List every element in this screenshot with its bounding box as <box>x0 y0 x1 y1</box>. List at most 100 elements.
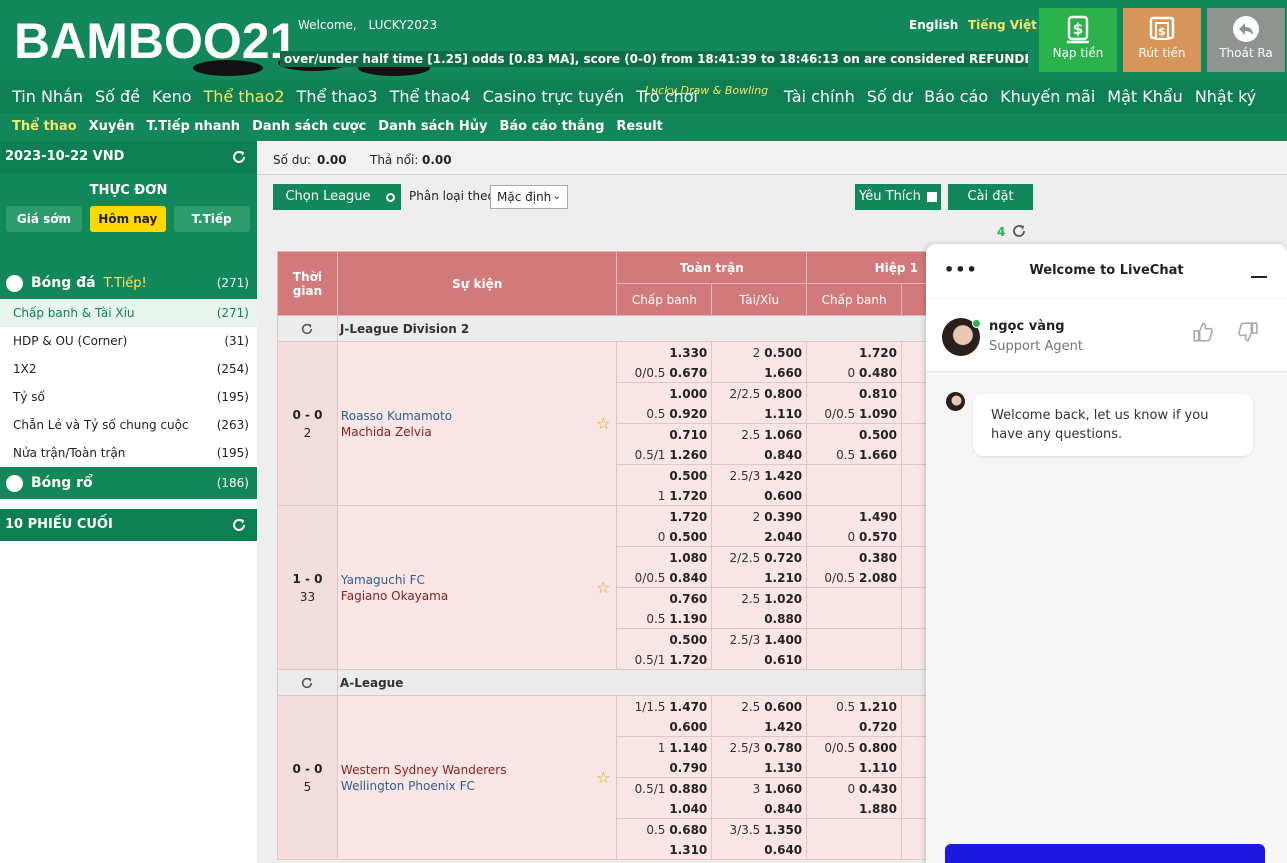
odds-value[interactable]: 1.660 <box>764 366 802 380</box>
odds-value[interactable]: 0.880 <box>764 612 802 626</box>
odds-value[interactable]: 1.110 <box>859 761 897 775</box>
odds-value[interactable]: 1.110 <box>764 407 802 421</box>
refresh-icon[interactable] <box>300 322 314 336</box>
odds-value[interactable]: 0.790 <box>669 761 707 775</box>
odds-value[interactable]: 1.400 <box>764 633 802 647</box>
nav-item-9[interactable]: Số dư <box>861 80 918 113</box>
subnav-item-3[interactable]: Danh sách cược <box>246 113 372 141</box>
odds-value[interactable]: 0.800 <box>764 387 802 401</box>
odds-value[interactable]: 1.310 <box>669 843 707 857</box>
odds-value[interactable]: 0.670 <box>669 366 707 380</box>
odds-value[interactable]: 1.660 <box>859 448 897 462</box>
odds-value[interactable]: 1.260 <box>669 448 707 462</box>
thumbs-up-icon[interactable] <box>1192 321 1214 343</box>
odds-value[interactable]: 0.610 <box>764 653 802 667</box>
odds-value[interactable]: 1.140 <box>669 741 707 755</box>
lang-vietnamese[interactable]: Tiếng Việt <box>968 18 1037 32</box>
league-row[interactable]: J-League Division 2 <box>277 315 928 342</box>
nav-item-4[interactable]: Thể thao3 <box>291 80 384 113</box>
sport-basketball[interactable]: Bóng rổ (186) <box>0 467 257 499</box>
nav-item-13[interactable]: Nhật ký <box>1189 80 1262 113</box>
odds-value[interactable]: 1.020 <box>764 592 802 606</box>
odds-value[interactable]: 0.500 <box>669 530 707 544</box>
odds-value[interactable]: 0.500 <box>764 346 802 360</box>
football-live[interactable]: T.Tiếp! <box>104 276 147 291</box>
odds-value[interactable]: 1.720 <box>669 489 707 503</box>
refresh-icon[interactable] <box>1011 223 1027 239</box>
nav-item-8[interactable]: Tài chính <box>778 80 861 113</box>
subnav-item-5[interactable]: Báo cáo thắng <box>494 113 611 141</box>
checkbox-icon[interactable] <box>926 191 937 202</box>
deposit-button[interactable]: $ Nạp tiền <box>1039 8 1117 72</box>
nav-item-2[interactable]: Keno <box>146 80 197 113</box>
odds-value[interactable]: 1.350 <box>764 823 802 837</box>
football-sub-item[interactable]: Chẵn Lẻ và Tỷ số chung cuộc (263) <box>0 411 257 439</box>
live-button[interactable]: T.Tiếp <box>173 206 250 232</box>
nav-item-1[interactable]: Số đề <box>89 80 146 113</box>
odds-value[interactable]: 2.080 <box>859 571 897 585</box>
odds-value[interactable]: 1.080 <box>669 551 707 565</box>
nav-item-3[interactable]: Thể thao2 <box>198 80 291 113</box>
odds-value[interactable]: 1.210 <box>764 571 802 585</box>
odds-value[interactable]: 0.600 <box>764 700 802 714</box>
odds-value[interactable]: 1.490 <box>859 510 897 524</box>
odds-value[interactable]: 0.600 <box>669 720 707 734</box>
odds-value[interactable]: 1.720 <box>669 510 707 524</box>
nav-item-11[interactable]: Khuyến mãi <box>994 80 1101 113</box>
odds-value[interactable]: 0.430 <box>859 782 897 796</box>
subnav-item-2[interactable]: T.Tiếp nhanh <box>140 113 246 141</box>
odds-value[interactable]: 0.880 <box>669 782 707 796</box>
odds-value[interactable]: 1.000 <box>669 387 707 401</box>
odds-value[interactable]: 0.710 <box>669 428 707 442</box>
sort-select[interactable]: Mặc định ⌄ <box>490 185 568 209</box>
odds-value[interactable]: 0.810 <box>859 387 897 401</box>
football-sub-item[interactable]: Tỷ số (195) <box>0 383 257 411</box>
settings-button[interactable]: Cài đặt <box>948 184 1033 210</box>
odds-value[interactable]: 0.570 <box>859 530 897 544</box>
withdraw-button[interactable]: $ Rút tiền <box>1123 8 1201 72</box>
football-sub-item[interactable]: 1X2 (254) <box>0 355 257 383</box>
odds-value[interactable]: 0.840 <box>764 448 802 462</box>
star-icon[interactable]: ☆ <box>596 414 610 433</box>
odds-value[interactable]: 1.130 <box>764 761 802 775</box>
thumbs-down-icon[interactable] <box>1237 321 1259 343</box>
odds-value[interactable]: 1.420 <box>764 469 802 483</box>
nav-item-0[interactable]: Tin Nhắn <box>0 80 89 113</box>
league-refresh[interactable] <box>277 669 338 696</box>
odds-value[interactable]: 0.500 <box>859 428 897 442</box>
nav-item-6[interactable]: Casino trực tuyến <box>477 80 631 113</box>
league-row[interactable]: A-League <box>277 669 928 696</box>
odds-value[interactable]: 1.040 <box>669 802 707 816</box>
odds-value[interactable]: 1.880 <box>859 802 897 816</box>
odds-value[interactable]: 1.060 <box>764 428 802 442</box>
odds-value[interactable]: 0.390 <box>764 510 802 524</box>
odds-value[interactable]: 1.470 <box>669 700 707 714</box>
last10-header[interactable]: 10 PHIẾU CUỐI <box>0 509 257 541</box>
subnav-item-1[interactable]: Xuyên <box>83 113 141 141</box>
star-icon[interactable]: ☆ <box>596 578 610 597</box>
odds-value[interactable]: 2.040 <box>764 530 802 544</box>
refresh-icon[interactable] <box>231 517 247 533</box>
odds-value[interactable]: 1.720 <box>859 346 897 360</box>
odds-value[interactable]: 0.800 <box>859 741 897 755</box>
odds-value[interactable]: 0.480 <box>859 366 897 380</box>
nav-item-7[interactable]: Trò chơi <box>630 80 778 113</box>
odds-value[interactable]: 0.760 <box>669 592 707 606</box>
football-sub-item[interactable]: Nửa trận/Toàn trận (195) <box>0 439 257 467</box>
nav-item-12[interactable]: Mật Khẩu <box>1101 80 1189 113</box>
nav-item-10[interactable]: Báo cáo <box>918 80 994 113</box>
odds-value[interactable]: 0.920 <box>669 407 707 421</box>
subnav-item-4[interactable]: Danh sách Hủy <box>372 113 493 141</box>
choose-league-button[interactable]: Chọn League <box>273 184 401 210</box>
chat-start-button[interactable] <box>945 844 1265 863</box>
odds-value[interactable]: 0.680 <box>669 823 707 837</box>
refresh-icon[interactable] <box>300 676 314 690</box>
subnav-item-6[interactable]: Result <box>610 113 669 141</box>
minimize-icon[interactable] <box>1251 276 1267 278</box>
nav-item-5[interactable]: Thể thao4 <box>384 80 477 113</box>
league-refresh[interactable] <box>277 315 338 342</box>
odds-value[interactable]: 1.060 <box>764 782 802 796</box>
odds-value[interactable]: 0.720 <box>859 720 897 734</box>
odds-value[interactable]: 0.720 <box>764 551 802 565</box>
logout-button[interactable]: Thoát Ra <box>1207 8 1285 72</box>
